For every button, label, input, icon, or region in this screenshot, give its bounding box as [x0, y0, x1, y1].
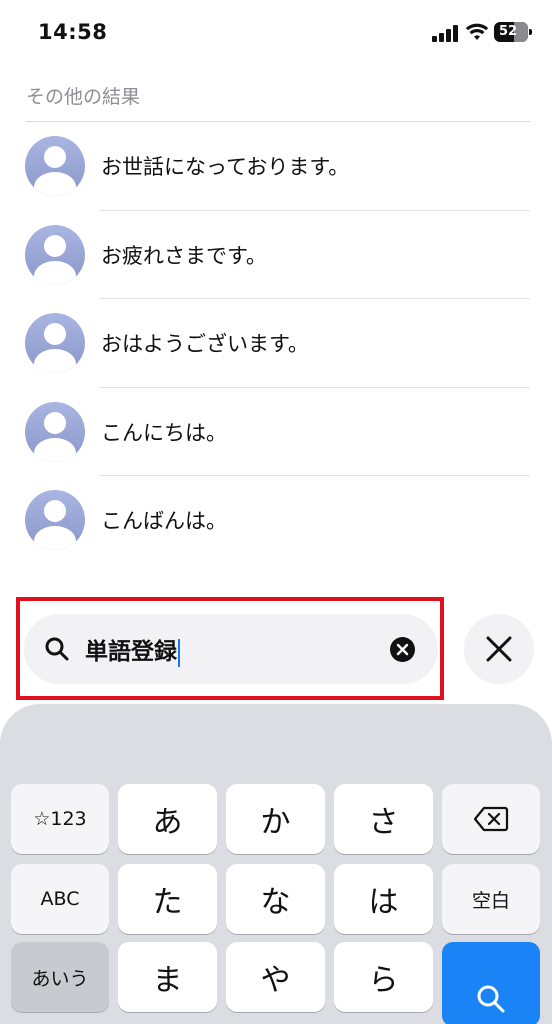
- search-input[interactable]: 単語登録: [24, 614, 438, 684]
- list-item[interactable]: こんばんは。: [0, 476, 552, 565]
- cellular-signal-icon: [432, 24, 460, 42]
- list-item-label: こんにちは。: [101, 420, 227, 445]
- close-search-button[interactable]: [464, 614, 534, 684]
- list-item[interactable]: お世話になっております。: [0, 122, 552, 211]
- key-kana[interactable]: あいう: [11, 942, 109, 1012]
- list-item-label: お疲れさまです。: [101, 243, 267, 268]
- key-ha[interactable]: は: [334, 864, 433, 934]
- status-time: 14:58: [38, 20, 108, 44]
- battery-level: 52: [499, 24, 518, 39]
- key-ka[interactable]: か: [226, 784, 325, 854]
- key-abc[interactable]: ABC: [11, 864, 109, 934]
- search-input-value: 単語登録: [85, 639, 177, 665]
- keyboard: ☆123 あ か さ ABC た な は 空白 あいう ま や ら: [0, 704, 552, 1024]
- list-item[interactable]: おはようございます。: [0, 299, 552, 388]
- avatar: [25, 136, 85, 197]
- key-sa[interactable]: さ: [334, 784, 433, 854]
- search-input-text: 単語登録: [85, 632, 180, 667]
- key-a[interactable]: あ: [118, 784, 217, 854]
- wifi-icon: [465, 22, 489, 42]
- list-item-label: こんばんは。: [101, 509, 227, 534]
- delete-key[interactable]: [442, 784, 540, 854]
- avatar: [25, 224, 85, 285]
- key-ra[interactable]: ら: [334, 942, 433, 1012]
- list-item[interactable]: お疲れさまです。: [0, 211, 552, 299]
- list-item-label: お世話になっております。: [101, 155, 350, 180]
- avatar: [25, 401, 85, 462]
- search-icon: [44, 636, 70, 662]
- battery-icon: 52: [494, 22, 532, 42]
- avatar: [25, 490, 85, 551]
- status-bar: 14:58 52: [0, 0, 552, 68]
- backspace-icon: [473, 806, 509, 832]
- key-space[interactable]: 空白: [442, 864, 540, 934]
- key-na[interactable]: な: [226, 864, 325, 934]
- avatar: [25, 313, 85, 374]
- key-ta[interactable]: た: [118, 864, 217, 934]
- search-icon: [477, 985, 505, 1013]
- key-numbers[interactable]: ☆123: [11, 784, 109, 854]
- key-ya[interactable]: や: [226, 942, 325, 1012]
- section-title: その他の結果: [26, 86, 141, 108]
- clear-text-icon[interactable]: [390, 637, 415, 662]
- search-key[interactable]: [442, 942, 540, 1024]
- key-ma[interactable]: ま: [118, 942, 217, 1012]
- close-icon: [486, 636, 512, 662]
- results-list: お世話になっております。 お疲れさまです。 おはようございます。 こんにちは。 …: [0, 122, 552, 565]
- list-item-label: おはようございます。: [101, 332, 309, 357]
- text-caret: [178, 638, 180, 667]
- list-item[interactable]: こんにちは。: [0, 388, 552, 476]
